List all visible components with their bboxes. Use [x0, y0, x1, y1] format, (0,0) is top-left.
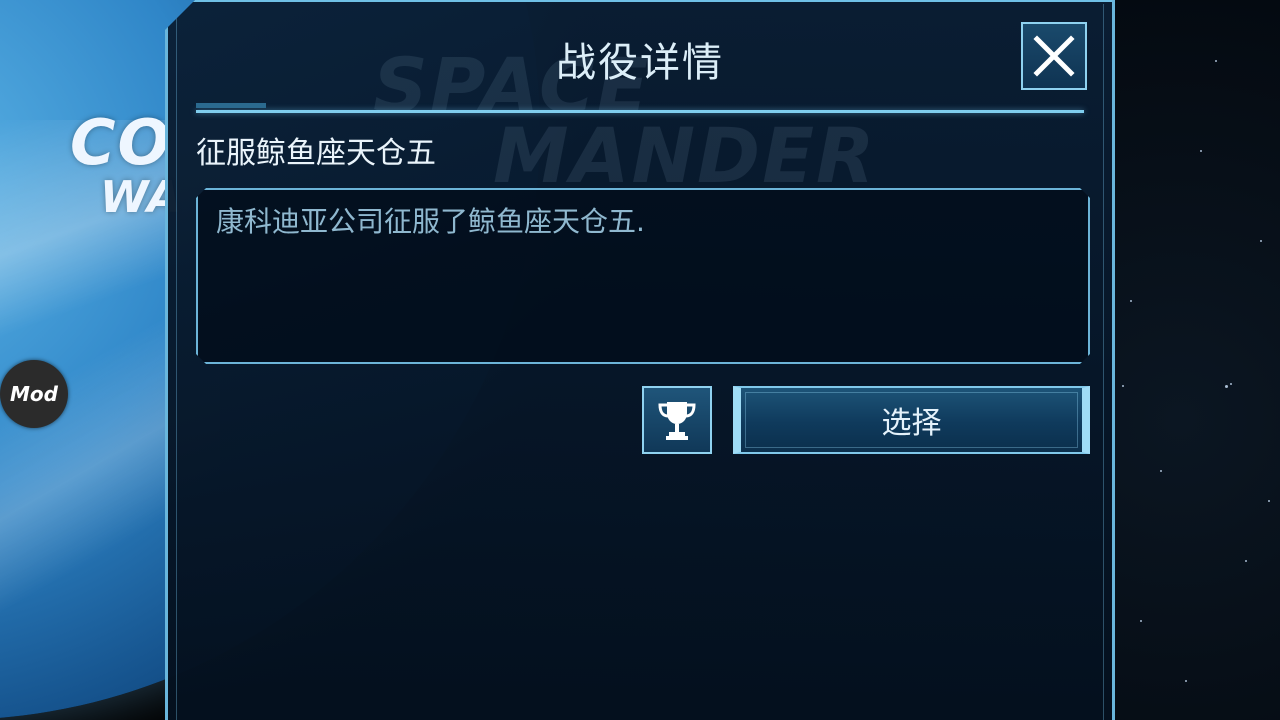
game-logo: CO WA: [70, 112, 181, 220]
campaign-name: 征服鲸鱼座天仓五: [196, 136, 436, 171]
logo-line-1: CO: [70, 106, 173, 179]
close-button[interactable]: [1021, 22, 1087, 90]
trophy-icon: [658, 402, 696, 440]
dialog-title: 战役详情: [556, 40, 724, 86]
game-scene: CO WA Mod SPACE MANDER 战役详情 征服鲸鱼座天仓五 康科迪…: [0, 0, 1280, 720]
select-button[interactable]: 选择: [733, 386, 1090, 454]
trophy-button[interactable]: [642, 386, 712, 454]
description-box: 康科迪亚公司征服了鲸鱼座天仓五.: [196, 188, 1090, 364]
close-icon: [1033, 35, 1075, 77]
watermark-line-2: MANDER: [493, 111, 877, 200]
mod-badge-button[interactable]: Mod: [0, 360, 68, 428]
campaign-details-dialog: SPACE MANDER 战役详情 征服鲸鱼座天仓五 康科迪亚公司征服了鲸鱼座天…: [165, 0, 1115, 720]
campaign-description: 康科迪亚公司征服了鲸鱼座天仓五.: [216, 205, 645, 238]
header-divider: [196, 103, 1084, 113]
